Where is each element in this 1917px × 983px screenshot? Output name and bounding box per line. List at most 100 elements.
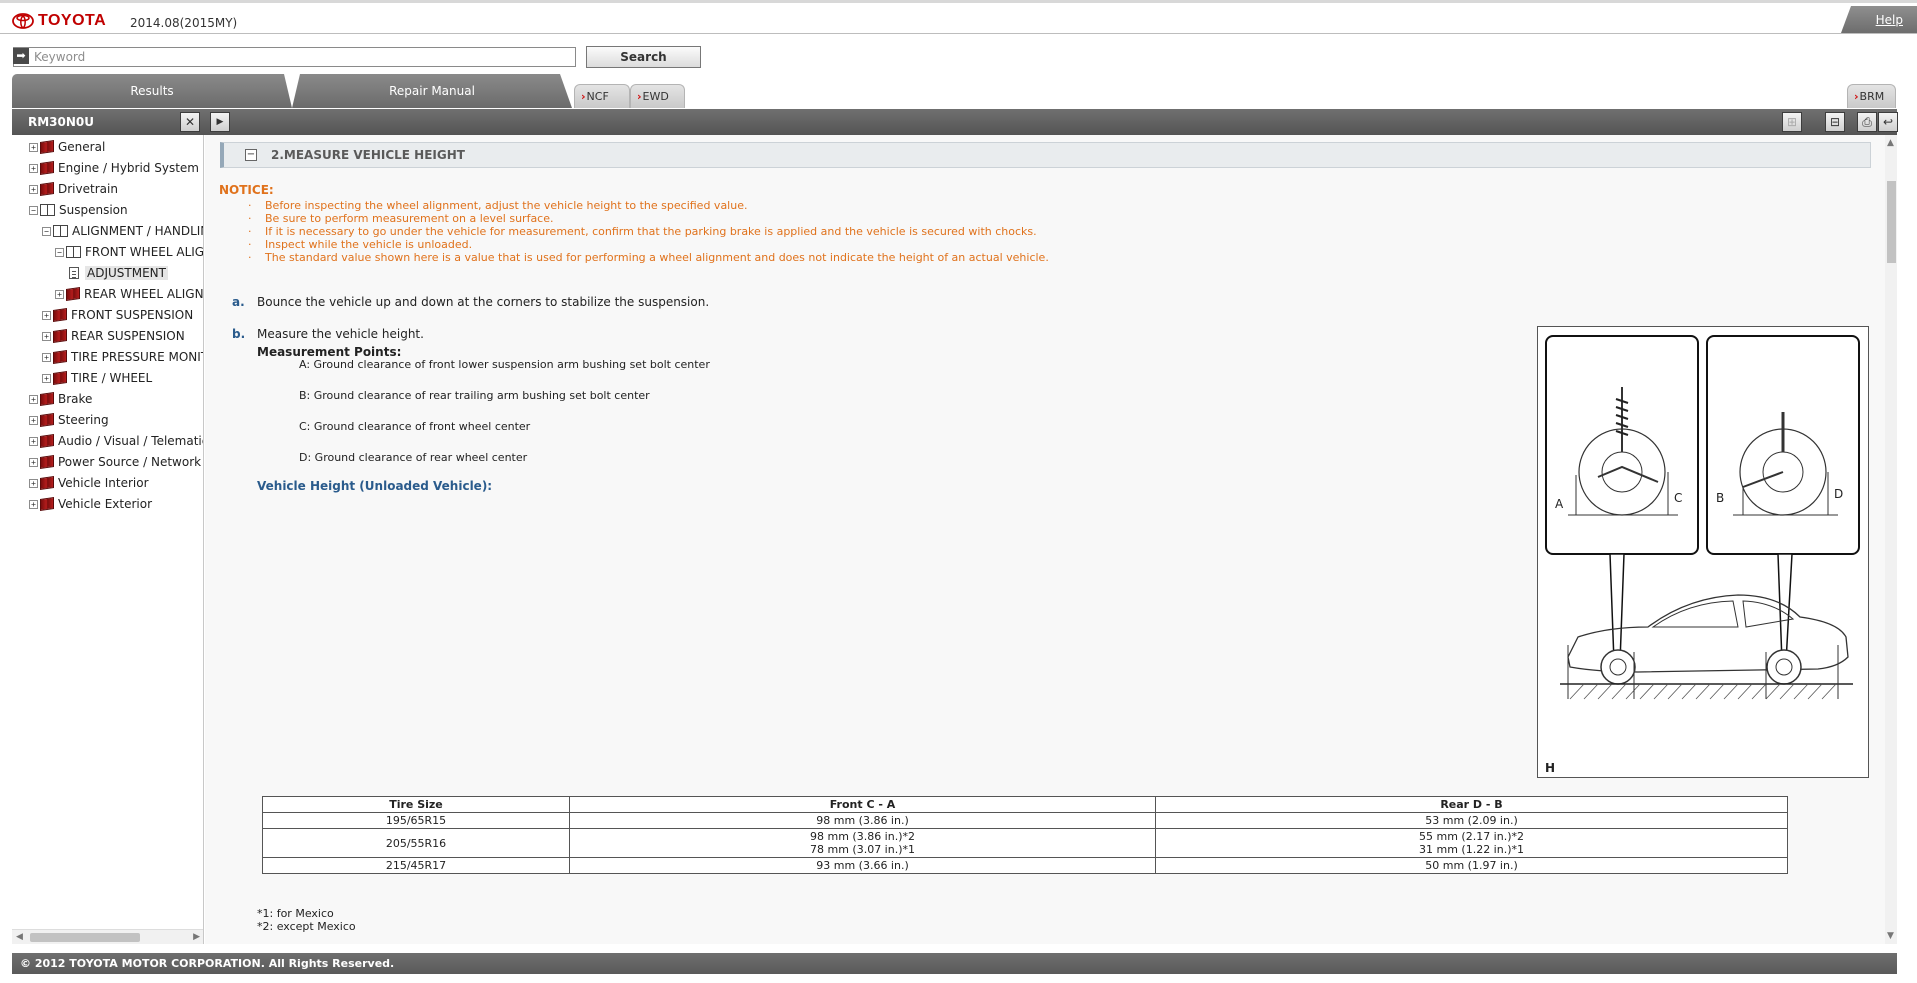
- vehicle-diagram: A C B D: [1545, 335, 1860, 700]
- book-icon: [53, 350, 67, 364]
- help-link[interactable]: Help: [1876, 13, 1903, 27]
- tree-label: REAR SUSPENSION: [71, 329, 185, 343]
- expand-icon[interactable]: +: [42, 352, 51, 362]
- book-icon: [53, 371, 67, 385]
- tree-item-rear-wheel-alignment[interactable]: + REAR WHEEL ALIGNMENT: [55, 284, 203, 304]
- notice-item: · If it is necessary to go under the vehi…: [248, 225, 1037, 238]
- scrollbar-thumb[interactable]: [30, 933, 140, 942]
- tree-item-rear-suspension[interactable]: + REAR SUSPENSION: [42, 326, 185, 346]
- cell-front: 98 mm (3.86 in.)*2 78 mm (3.07 in.)*1: [569, 828, 1156, 858]
- bullet: ·: [248, 199, 252, 212]
- expand-icon[interactable]: +: [29, 415, 38, 425]
- scrollbar-thumb[interactable]: [1887, 181, 1896, 263]
- collapse-icon[interactable]: −: [42, 226, 51, 236]
- cell-front-line: 78 mm (3.07 in.)*1: [809, 843, 915, 856]
- tree-item-tire-wheel[interactable]: + TIRE / WHEEL: [42, 368, 152, 388]
- expand-icon[interactable]: +: [29, 394, 38, 404]
- expand-icon: ⊞: [1786, 115, 1798, 129]
- tree-item-brake[interactable]: + Brake: [29, 389, 92, 409]
- illustration-id-label: H: [1545, 761, 1556, 775]
- step-b-text: Measure the vehicle height.: [257, 327, 424, 341]
- tab-ewd[interactable]: ›EWD: [630, 84, 685, 108]
- tree-item-drivetrain[interactable]: + Drivetrain: [29, 179, 118, 199]
- tree-item-front-wheel-alignment[interactable]: − FRONT WHEEL ALIGNMENT: [55, 242, 204, 262]
- measurement-points-label: Measurement Points:: [257, 345, 402, 359]
- book-icon: [40, 497, 54, 511]
- book-icon: [53, 308, 67, 322]
- toolbar: RM30N0U ✕ ▶ ⊞ ⊟ ⎙ ↩: [12, 109, 1898, 135]
- expand-all-button[interactable]: ⊞: [1782, 112, 1802, 132]
- tab-ncf[interactable]: ›NCF: [574, 84, 630, 108]
- help-tab[interactable]: Help: [1841, 6, 1917, 33]
- tree-item-adjustment[interactable]: ADJUSTMENT: [69, 263, 168, 283]
- tree-item-engine[interactable]: + Engine / Hybrid System: [29, 158, 199, 178]
- expand-icon[interactable]: +: [29, 478, 38, 488]
- tree-item-alignment[interactable]: − ALIGNMENT / HANDLING: [42, 221, 204, 241]
- collapse-all-button[interactable]: ⊟: [1825, 112, 1845, 132]
- print-button[interactable]: ⎙: [1857, 112, 1877, 132]
- notice-text: Before inspecting the wheel alignment, a…: [265, 199, 748, 212]
- col-header-front: Front C - A: [569, 796, 1156, 813]
- keyword-search-input[interactable]: [13, 47, 576, 67]
- expand-icon[interactable]: +: [29, 184, 38, 194]
- search-arrow-icon: ➡: [13, 48, 29, 64]
- tree-item-power-source[interactable]: + Power Source / Network: [29, 452, 201, 472]
- tab-brm[interactable]: ›BRM: [1847, 84, 1896, 108]
- expand-icon[interactable]: +: [29, 163, 38, 173]
- tree-item-suspension[interactable]: − Suspension: [29, 200, 128, 220]
- tree-item-audio[interactable]: + Audio / Visual / Telematics: [29, 431, 204, 451]
- collapse-icon: ⊟: [1829, 115, 1841, 129]
- tree-label: Suspension: [59, 203, 128, 217]
- notice-label: NOTICE:: [219, 183, 274, 197]
- manual-id-title: RM30N0U: [28, 115, 95, 129]
- play-icon: ▶: [216, 117, 224, 127]
- tree-label: ALIGNMENT / HANDLING: [72, 224, 204, 238]
- section-title: 2.MEASURE VEHICLE HEIGHT: [271, 148, 465, 162]
- expand-icon[interactable]: +: [42, 373, 51, 383]
- collapse-icon[interactable]: −: [55, 247, 64, 257]
- section-header[interactable]: − 2.MEASURE VEHICLE HEIGHT: [220, 142, 1871, 168]
- tree-item-vehicle-interior[interactable]: + Vehicle Interior: [29, 473, 149, 493]
- tree-item-vehicle-exterior[interactable]: + Vehicle Exterior: [29, 494, 152, 514]
- book-icon: [40, 476, 54, 490]
- open-book-icon: [53, 225, 68, 237]
- tree-item-general[interactable]: + General: [29, 137, 105, 157]
- tree-label: FRONT SUSPENSION: [71, 308, 194, 322]
- scroll-left-icon[interactable]: ◀: [16, 932, 23, 942]
- chevron-right-icon: ›: [1854, 90, 1859, 103]
- vehicle-height-illustration[interactable]: A C B D H: [1537, 326, 1869, 778]
- scroll-down-icon[interactable]: ▼: [1887, 931, 1894, 941]
- open-book-icon: [40, 204, 55, 216]
- tree-item-front-suspension[interactable]: + FRONT SUSPENSION: [42, 305, 193, 325]
- content-vertical-scrollbar[interactable]: ▲ ▼: [1885, 135, 1897, 944]
- expand-icon[interactable]: +: [42, 331, 51, 341]
- search-button[interactable]: Search: [586, 46, 701, 68]
- close-toc-button[interactable]: ✕: [180, 112, 200, 132]
- expand-icon[interactable]: +: [29, 436, 38, 446]
- cell-rear: 55 mm (2.17 in.)*2 31 mm (1.22 in.)*1: [1155, 828, 1788, 858]
- expand-icon[interactable]: +: [29, 457, 38, 467]
- collapse-icon[interactable]: −: [29, 205, 38, 215]
- tree-label: TIRE PRESSURE MONITORING: [71, 350, 203, 364]
- tree-label: Brake: [58, 392, 93, 406]
- expand-icon[interactable]: +: [29, 142, 38, 152]
- expand-icon[interactable]: +: [55, 289, 64, 299]
- tree-horizontal-scrollbar[interactable]: ◀ ▶: [12, 929, 203, 944]
- toggle-toc-button[interactable]: ▶: [210, 112, 230, 132]
- expand-icon[interactable]: +: [29, 499, 38, 509]
- scroll-up-icon[interactable]: ▲: [1887, 138, 1894, 148]
- tree-label: Audio / Visual / Telematics: [58, 434, 204, 448]
- section-collapse-icon[interactable]: −: [245, 149, 257, 161]
- diagram-label-d: D: [1834, 487, 1843, 501]
- tree-item-steering[interactable]: + Steering: [29, 410, 109, 430]
- tree-item-tire-pressure[interactable]: + TIRE PRESSURE MONITORING: [42, 347, 203, 367]
- col-header-rear: Rear D - B: [1155, 796, 1788, 813]
- tab-repair-manual[interactable]: Repair Manual: [292, 74, 572, 108]
- tree-label: FRONT WHEEL ALIGNMENT: [85, 245, 204, 259]
- cell-front-line: 98 mm (3.86 in.)*2: [809, 830, 915, 843]
- expand-icon[interactable]: +: [42, 310, 51, 320]
- book-icon: [40, 161, 54, 175]
- back-button[interactable]: ↩: [1878, 112, 1898, 132]
- scroll-right-icon[interactable]: ▶: [193, 932, 200, 942]
- tab-results[interactable]: Results: [12, 74, 292, 108]
